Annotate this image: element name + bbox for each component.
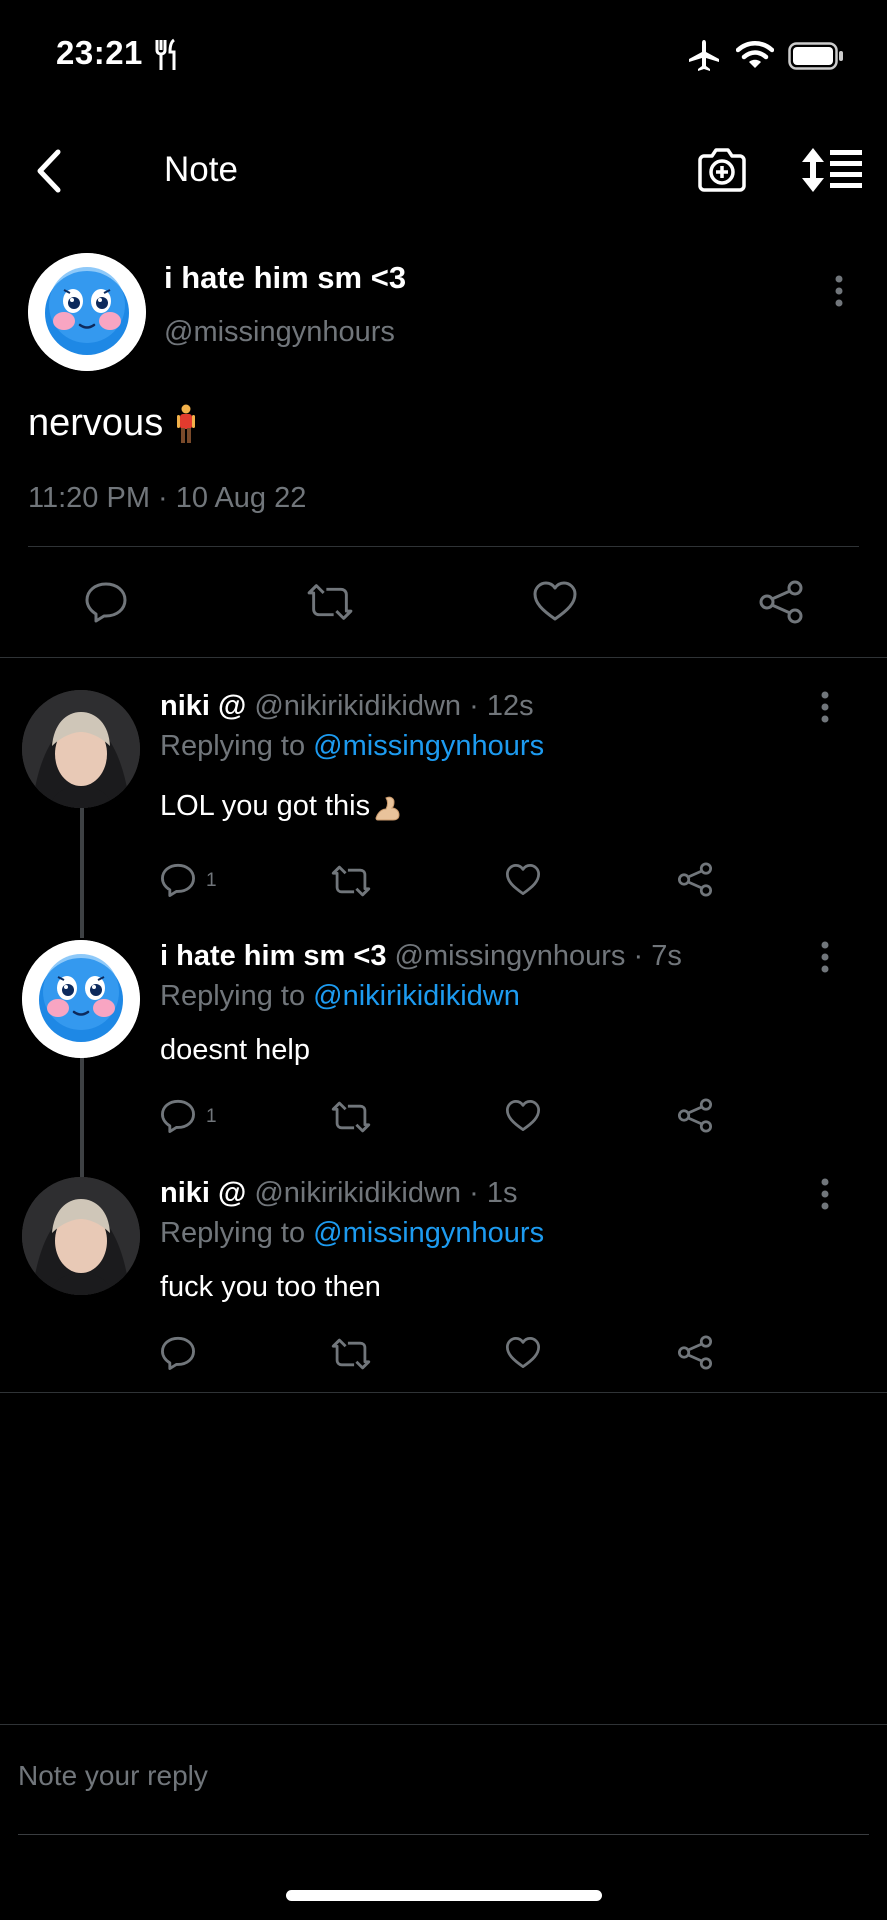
- reply-count: 1: [206, 870, 217, 891]
- reply-header: niki @ @nikirikidikidwn · 12s: [160, 690, 534, 723]
- reply-count: 1: [206, 1106, 217, 1127]
- share-icon[interactable]: [758, 580, 804, 624]
- sort-icon[interactable]: [800, 146, 864, 194]
- blushing-smiley-avatar-icon: [22, 940, 140, 1058]
- airplane-icon: [689, 40, 719, 71]
- battery-icon: [788, 42, 843, 70]
- more-options-icon[interactable]: [818, 1177, 832, 1211]
- author-name[interactable]: i hate him sm <3: [164, 260, 406, 296]
- user-photo-avatar-icon: [22, 1177, 140, 1295]
- repost-icon[interactable]: [330, 864, 372, 898]
- replying-to-prefix: Replying to: [160, 730, 314, 762]
- post-text: nervous: [28, 402, 164, 444]
- home-indicator[interactable]: [286, 1890, 602, 1901]
- more-options-icon[interactable]: [832, 274, 846, 308]
- reply-body: fuck you too then: [160, 1271, 381, 1304]
- wifi-icon: [736, 41, 774, 68]
- reply-icon[interactable]: [160, 1335, 196, 1371]
- repost-icon[interactable]: [304, 582, 356, 622]
- reply-body: doesnt help: [160, 1034, 310, 1067]
- reply-header: niki @ @nikirikidikidwn · 1s: [160, 1177, 517, 1210]
- reply-input[interactable]: Note your reply: [18, 1760, 208, 1792]
- fork-knife-icon: [155, 38, 176, 70]
- author-avatar[interactable]: [28, 253, 146, 371]
- status-bar: 23:21: [0, 0, 887, 110]
- flexed-biceps-emoji-icon: [375, 796, 400, 820]
- reply-body: LOL you got this: [160, 790, 402, 823]
- blushing-smiley-avatar-icon: [28, 253, 146, 371]
- like-icon[interactable]: [505, 1099, 541, 1132]
- repost-icon[interactable]: [330, 1337, 372, 1371]
- replying-to-prefix: Replying to: [160, 1217, 314, 1249]
- share-icon[interactable]: [677, 1098, 713, 1133]
- reply-text: fuck you too then: [160, 1271, 381, 1303]
- thread-line: [80, 1057, 84, 1177]
- more-options-icon[interactable]: [818, 940, 832, 974]
- reply-avatar[interactable]: [22, 940, 140, 1058]
- divider: [0, 657, 887, 658]
- reply-author-name[interactable]: i hate him sm <3: [160, 940, 386, 972]
- add-photo-icon[interactable]: [696, 146, 748, 194]
- reply-handle-time: @missingynhours · 7s: [386, 940, 682, 972]
- replying-to: Replying to @missingynhours: [160, 1217, 544, 1250]
- back-arrow-icon[interactable]: [30, 146, 70, 196]
- like-icon[interactable]: [532, 580, 578, 622]
- status-time: 23:21: [56, 34, 143, 71]
- reply-icon[interactable]: [84, 580, 128, 624]
- divider: [0, 1392, 887, 1393]
- reply-header: i hate him sm <3 @missingynhours · 7s: [160, 940, 682, 973]
- thread-line: [80, 808, 84, 938]
- post-body: nervous: [28, 402, 196, 445]
- nav-bar: Note: [0, 130, 887, 210]
- repost-icon[interactable]: [330, 1100, 372, 1134]
- divider: [28, 546, 859, 547]
- reply-icon[interactable]: [160, 1098, 196, 1134]
- replying-to: Replying to @missingynhours: [160, 730, 544, 763]
- share-icon[interactable]: [677, 862, 713, 897]
- mention-link[interactable]: @nikirikidikidwn: [313, 980, 520, 1012]
- reply-handle-time: @nikirikidikidwn · 12s: [246, 690, 534, 722]
- mention-link[interactable]: @missingynhours: [313, 730, 544, 762]
- mention-link[interactable]: @missingynhours: [313, 1217, 544, 1249]
- reply-icon[interactable]: [160, 862, 196, 898]
- author-handle[interactable]: @missingynhours: [164, 316, 395, 349]
- reply-avatar[interactable]: [22, 690, 140, 808]
- standing-person-emoji-icon: [177, 404, 196, 443]
- like-icon[interactable]: [505, 1336, 541, 1369]
- page-title: Note: [164, 150, 238, 189]
- reply-text: LOL you got this: [160, 790, 371, 822]
- share-icon[interactable]: [677, 1335, 713, 1370]
- more-options-icon[interactable]: [818, 690, 832, 724]
- post-timestamp: 11:20 PM · 10 Aug 22: [28, 482, 307, 514]
- reply-avatar[interactable]: [22, 1177, 140, 1295]
- replying-to: Replying to @nikirikidikidwn: [160, 980, 520, 1013]
- reply-author-name[interactable]: niki @: [160, 690, 246, 722]
- replying-to-prefix: Replying to: [160, 980, 314, 1012]
- composer-top-border: [0, 1724, 887, 1725]
- reply-author-name[interactable]: niki @: [160, 1177, 246, 1209]
- reply-handle-time: @nikirikidikidwn · 1s: [246, 1177, 518, 1209]
- reply-text: doesnt help: [160, 1034, 310, 1066]
- composer-underline: [18, 1834, 869, 1835]
- user-photo-avatar-icon: [22, 690, 140, 808]
- like-icon[interactable]: [505, 863, 541, 896]
